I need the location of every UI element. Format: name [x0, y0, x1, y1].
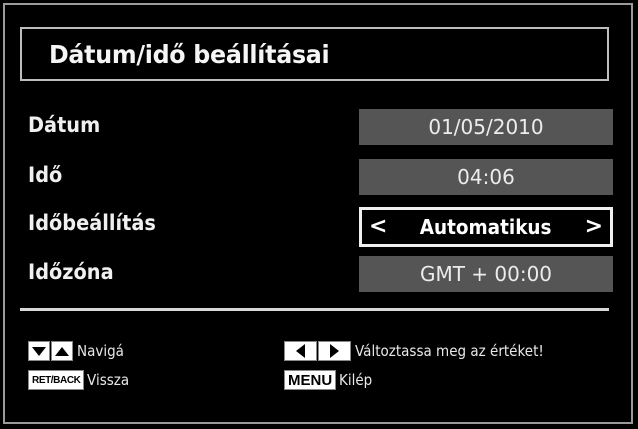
- setting-row-time-setting[interactable]: Időbeállítás < Automatikus >: [0, 207, 638, 247]
- chevron-right-icon[interactable]: >: [585, 216, 603, 238]
- setting-value-timezone[interactable]: GMT + 00:00: [359, 256, 613, 292]
- setting-value-timezone-text: GMT + 00:00: [419, 262, 553, 286]
- setting-label-date: Dátum: [28, 113, 101, 137]
- arrow-left-key-icon: [284, 341, 317, 361]
- legend-back: RET/BACK Vissza: [28, 369, 134, 391]
- legend-change-label: Változtassa meg az értéket!: [355, 342, 544, 360]
- setting-value-date-text: 01/05/2010: [428, 115, 544, 139]
- setting-row-timezone[interactable]: Időzóna GMT + 00:00: [0, 256, 638, 294]
- title-bar: Dátum/idő beállításai: [20, 27, 609, 81]
- legend-change: Változtassa meg az értéket!: [284, 340, 565, 362]
- arrow-right-key-icon: [318, 341, 351, 361]
- chevron-left-icon[interactable]: <: [369, 216, 387, 238]
- setting-label-time: Idő: [28, 163, 63, 187]
- arrow-up-key-icon: [51, 341, 73, 361]
- arrow-down-key-icon: [28, 341, 50, 361]
- menu-key-icon: MENU: [284, 370, 337, 390]
- setting-row-time[interactable]: Idő 04:06: [0, 159, 638, 197]
- setting-value-time-setting-text: Automatikus: [420, 215, 552, 239]
- divider: [20, 308, 609, 311]
- page-title: Dátum/idő beállításai: [49, 39, 330, 69]
- back-key-icon: RET/BACK: [28, 370, 85, 390]
- legend-menu-label: Kilép: [339, 371, 373, 389]
- setting-value-time-setting-selector[interactable]: < Automatikus >: [359, 207, 613, 247]
- setting-row-date[interactable]: Dátum 01/05/2010: [0, 109, 638, 147]
- legend-menu: MENU Kilép: [284, 369, 376, 391]
- setting-value-time[interactable]: 04:06: [359, 159, 613, 195]
- setting-label-timezone: Időzóna: [28, 260, 114, 284]
- setting-value-date[interactable]: 01/05/2010: [359, 109, 613, 145]
- legend-back-label: Vissza: [87, 371, 130, 389]
- setting-value-time-text: 04:06: [457, 165, 515, 189]
- setting-label-time-setting: Időbeállítás: [28, 211, 156, 235]
- legend-navigate-label: Navigá: [77, 342, 124, 360]
- legend-navigate: Navigá: [28, 340, 129, 362]
